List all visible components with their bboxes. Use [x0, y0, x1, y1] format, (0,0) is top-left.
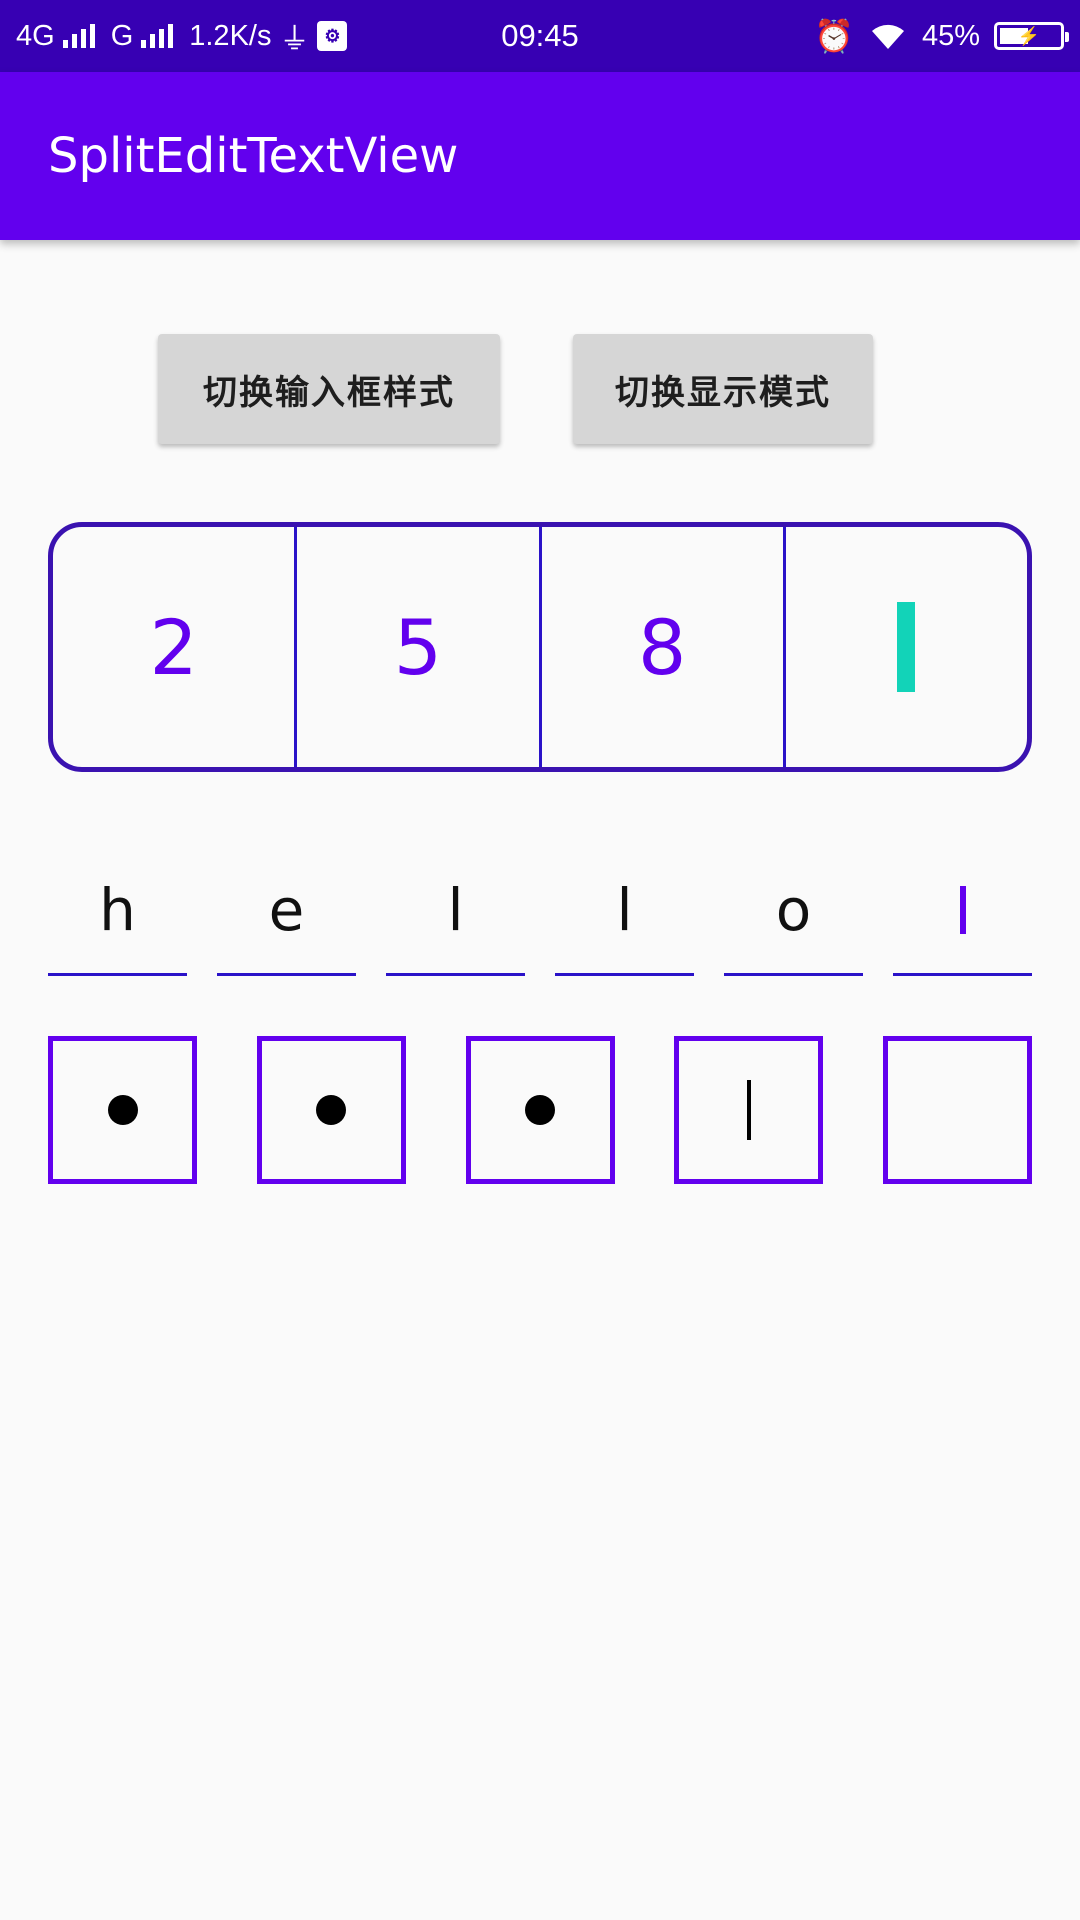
password-cell — [883, 1036, 1032, 1184]
text-cursor — [746, 1080, 751, 1140]
underline-cell: e — [217, 860, 356, 976]
underline-cell: l — [386, 860, 525, 976]
battery-icon: ⚡ — [994, 22, 1069, 50]
split-box-cell-active — [782, 527, 1027, 767]
underline-input[interactable]: h e l l o — [48, 860, 1032, 976]
toggle-display-mode-button[interactable]: 切换显示模式 — [573, 334, 873, 444]
underline-cell: h — [48, 860, 187, 976]
status-right: ⏰ 45% ⚡ — [814, 0, 1069, 72]
split-box-input[interactable]: 2 5 8 — [48, 522, 1032, 772]
split-box-cell: 2 — [149, 602, 198, 692]
status-bar: 4G G 1.2K/s ⏚ ⚙ 09:45 ⏰ 45% ⚡ — [0, 0, 1080, 72]
password-square-input[interactable] — [48, 1036, 1032, 1184]
password-dot — [525, 1095, 555, 1125]
password-cell — [256, 1036, 406, 1184]
password-cell-active — [674, 1036, 824, 1184]
underline-cell: o — [724, 860, 863, 976]
password-dot — [107, 1095, 138, 1125]
password-dot — [316, 1095, 347, 1125]
toggle-input-style-button[interactable]: 切换输入框样式 — [158, 334, 500, 444]
battery-percent: 45% — [921, 19, 980, 52]
underline-cell-active — [893, 860, 1032, 976]
split-box-cell: 5 — [294, 527, 538, 767]
underline-cell: l — [555, 860, 694, 976]
app-title: SplitEditTextView — [48, 128, 459, 184]
text-cursor — [897, 602, 916, 692]
wifi-icon — [871, 24, 904, 49]
app-bar: SplitEditTextView — [0, 72, 1080, 240]
split-box-cell: 8 — [538, 527, 783, 767]
password-cell — [48, 1036, 197, 1184]
password-cell — [465, 1036, 615, 1184]
text-cursor — [959, 885, 966, 934]
alarm-icon: ⏰ — [814, 18, 854, 54]
